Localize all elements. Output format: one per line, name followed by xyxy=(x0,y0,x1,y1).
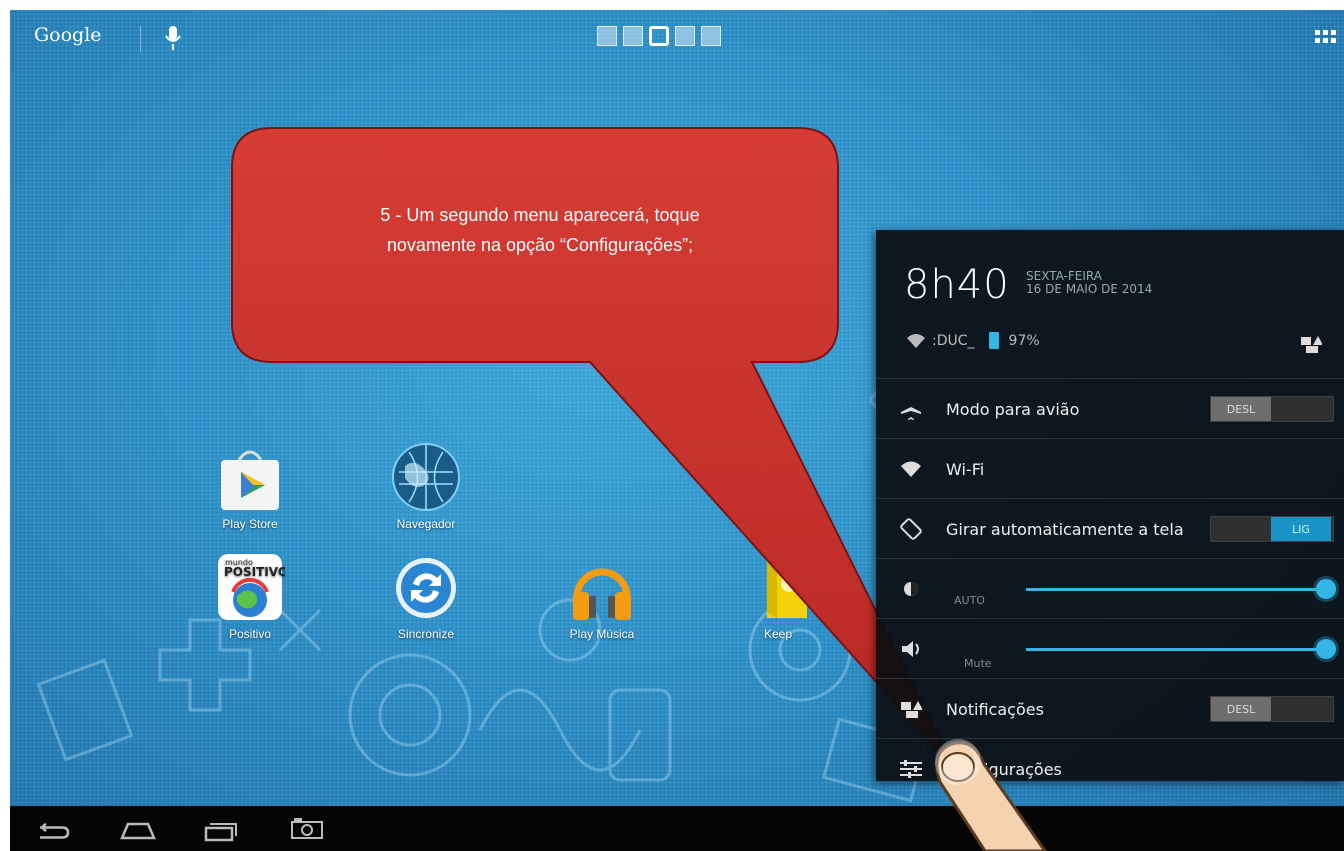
pointing-finger-illustration xyxy=(935,739,1047,851)
android-home-screen: Google Play Store Navegador mundo POSITI… xyxy=(10,10,1344,851)
